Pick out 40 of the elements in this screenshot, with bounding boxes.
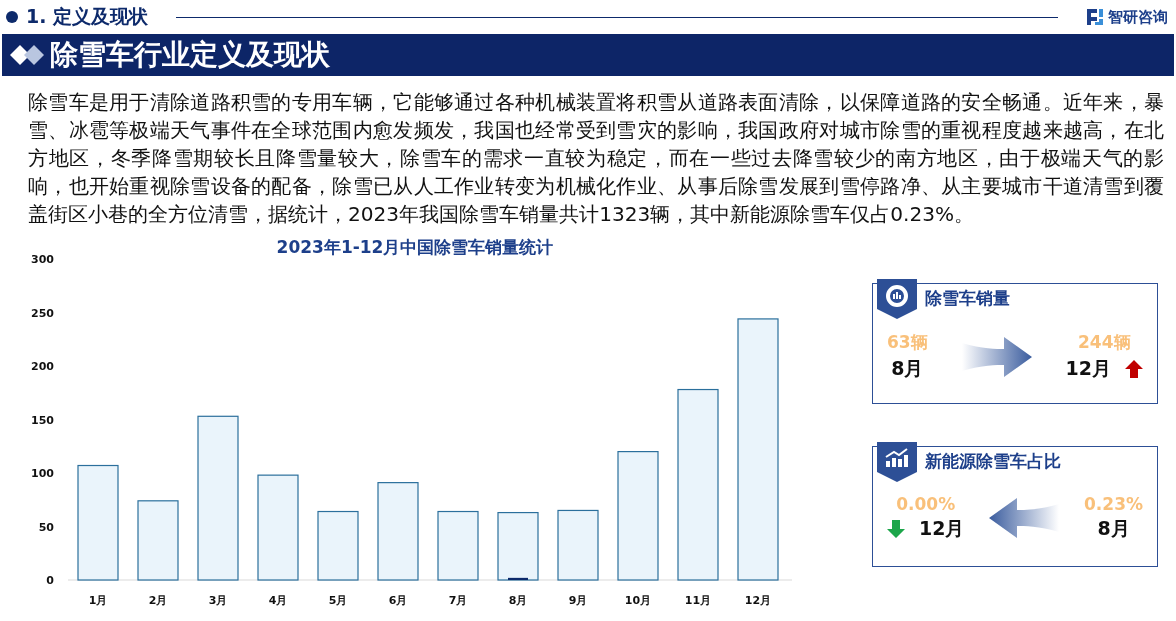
y-tick-label: 150 xyxy=(31,413,54,427)
diamond-icon xyxy=(10,44,44,66)
card-title: 新能源除雪车占比 xyxy=(925,450,1061,473)
stat-value: 63辆 xyxy=(887,331,928,354)
x-tick-label: 12月 xyxy=(744,594,772,607)
x-tick-label: 1月 xyxy=(88,594,108,607)
x-tick-label: 9月 xyxy=(568,594,588,607)
y-tick-label: 0 xyxy=(46,574,54,587)
stat-value: 0.00% xyxy=(896,494,956,514)
x-tick-label: 3月 xyxy=(208,594,228,607)
bar xyxy=(437,510,479,581)
x-tick-label: 2月 xyxy=(148,594,168,607)
y-tick-label: 250 xyxy=(31,306,54,320)
banner-title: 除雪车行业定义及现状 xyxy=(50,37,330,73)
section-title: 1. 定义及现状 xyxy=(26,4,149,29)
x-tick-label: 11月 xyxy=(684,594,712,607)
x-tick-label: 6月 xyxy=(388,594,408,607)
x-tick-label: 10月 xyxy=(624,594,652,607)
bar xyxy=(317,510,359,581)
bullet-icon xyxy=(6,11,18,23)
month-label: 12月 xyxy=(919,516,965,541)
intro-paragraph: 除雪车是用于清除道路积雪的专用车辆，它能够通过各种机械装置将积雪从道路表面清除，以保障道路的安全畅通。近年来，暴雪、冰雹等极端天气事件在全球范围内愈发频发，我国也经常受到雪灾的影响，我国政府对城市除雪的重视程度越来越高，在北方地区，冬季降雪期较长且降雪量较大，除雪车的需求一直较为稳定，而在一些过去降雪较少的南方地区，由于极端天气的影响，也开始重视除雪设备的配备，除雪已从人工作业转变为机械化作业、从事后除雪发展到雪停路净、从主要城市干道清雪到覆盖街区小巷的全方位清雪，据统计，2023年我国除雪车销量共计1323辆，其中新能源除雪车仅占0.23%。 xyxy=(28,89,1164,228)
y-tick-label: 100 xyxy=(31,467,54,480)
logo-icon xyxy=(1086,8,1104,26)
y-tick-label: 200 xyxy=(31,360,54,373)
bar xyxy=(557,509,599,581)
y-tick-label: 50 xyxy=(38,520,54,534)
y-tick-label: 300 xyxy=(31,253,54,266)
stat-value: 0.23% xyxy=(1084,494,1143,514)
x-tick-label: 8月 xyxy=(508,594,528,607)
chart-title: 2023年1-12月中国除雪车销量统计 xyxy=(276,237,554,257)
x-tick-label: 5月 xyxy=(328,594,348,607)
x-tick-label: 4月 xyxy=(268,594,288,607)
month-label: 8月 xyxy=(891,356,924,381)
x-tick-label: 7月 xyxy=(448,594,468,607)
month-label: 12月 xyxy=(1065,356,1111,381)
month-label: 8月 xyxy=(1097,516,1130,541)
stat-value: 244辆 xyxy=(1078,331,1131,354)
brand-name: 智研咨询 xyxy=(1108,7,1168,27)
card-title: 除雪车销量 xyxy=(925,287,1010,310)
